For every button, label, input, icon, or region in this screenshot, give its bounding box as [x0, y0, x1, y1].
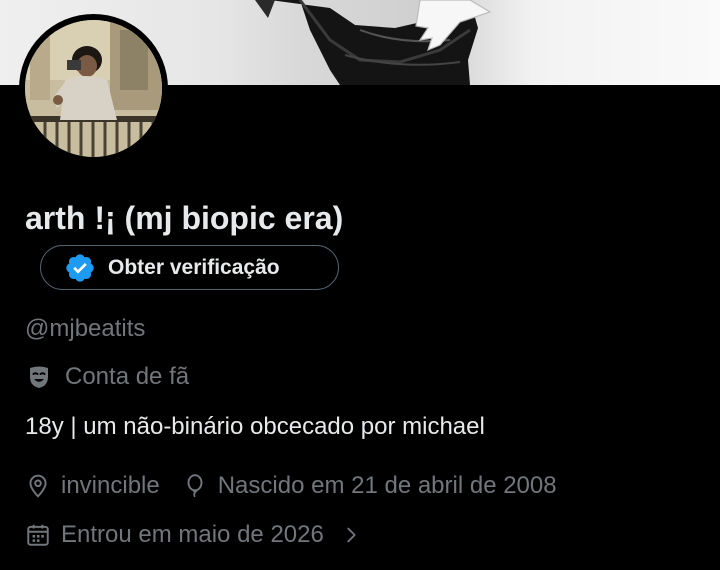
fan-account-label: Conta de fã: [25, 363, 189, 391]
display-name: arth !¡ (mj biopic era): [25, 200, 344, 236]
profile-bio: 18y | um não-binário obcecado por michae…: [25, 413, 485, 440]
verified-badge-icon: [64, 252, 96, 284]
calendar-icon: [25, 522, 51, 548]
location-item: invincible: [25, 472, 160, 500]
username-handle: @mjbeatits: [25, 315, 146, 342]
joined-date[interactable]: Entrou em maio de 2026: [25, 521, 362, 549]
avatar[interactable]: [19, 14, 168, 163]
birthday-item: Nascido em 21 de abril de 2008: [182, 472, 557, 500]
theater-mask-icon: [25, 363, 53, 391]
get-verified-button[interactable]: Obter verificação: [40, 245, 339, 290]
profile-page: arth !¡ (mj biopic era) Obter verificaçã…: [0, 0, 720, 570]
profile-meta: invincible Nascido em 21 de abril de 200…: [25, 472, 557, 500]
chevron-right-icon[interactable]: [340, 524, 362, 546]
location-pin-icon: [25, 473, 51, 499]
avatar-photo: [25, 20, 162, 157]
joined-text: Entrou em maio de 2026: [61, 521, 324, 548]
balloon-icon: [182, 473, 208, 499]
birthday-text: Nascido em 21 de abril de 2008: [217, 472, 557, 499]
location-text: invincible: [61, 472, 160, 499]
fan-account-text: Conta de fã: [65, 363, 190, 390]
get-verified-label: Obter verificação: [108, 255, 280, 279]
